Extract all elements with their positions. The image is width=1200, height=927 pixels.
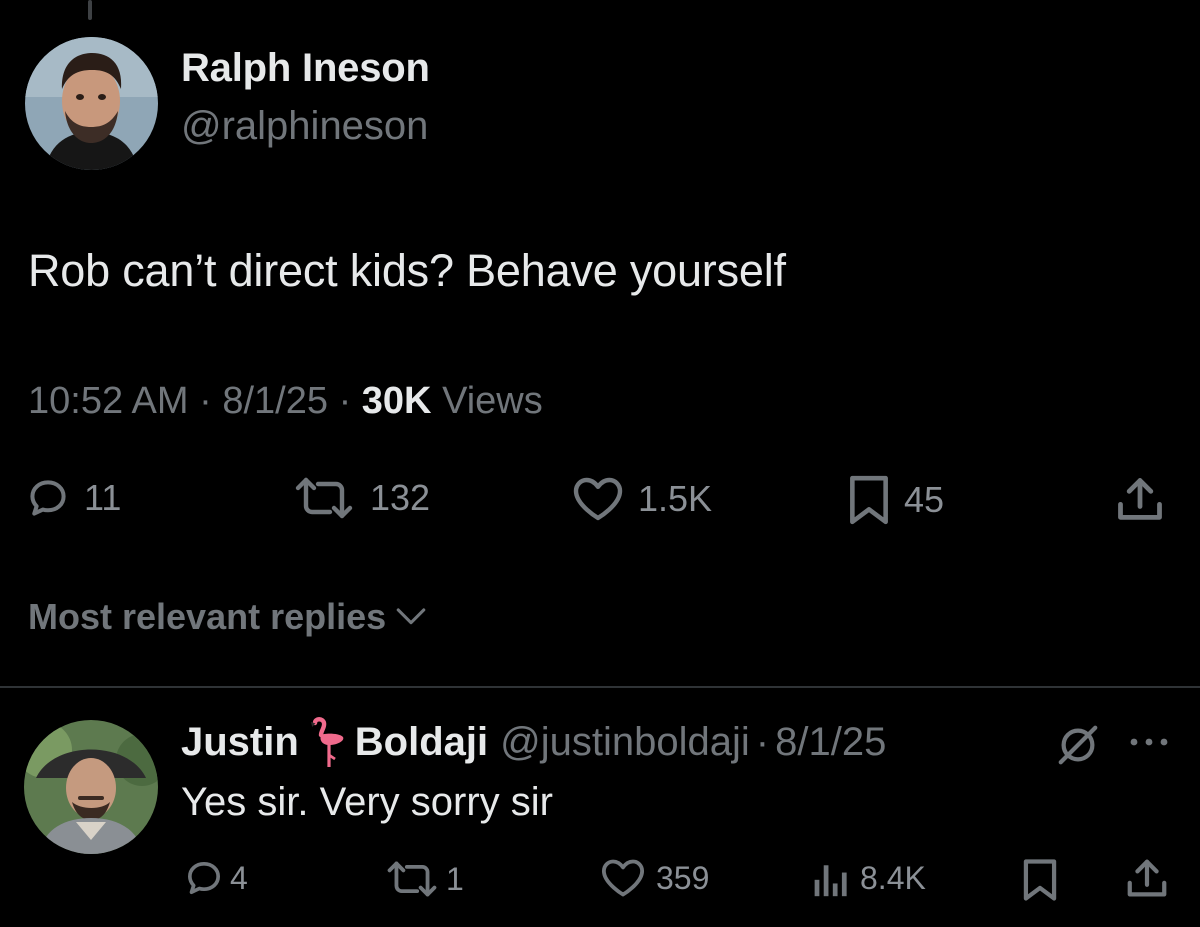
flamingo-emoji-icon: [310, 717, 344, 767]
reply-count: 11: [84, 477, 122, 518]
chevron-down-icon: [396, 608, 426, 625]
tweet-meta: 10:52 AM · 8/1/25 · 30K Views: [28, 380, 543, 423]
repost-icon: [387, 861, 437, 897]
heart-icon: [601, 859, 645, 897]
bookmark-count: 45: [904, 479, 945, 520]
reply-share-icon[interactable]: [1124, 856, 1170, 902]
reply-author-first-name[interactable]: Justin: [181, 720, 299, 765]
share-button[interactable]: [1114, 474, 1166, 526]
meta-separator: ·: [199, 380, 212, 422]
thread-connector-line: [88, 0, 92, 20]
repost-icon: [295, 477, 353, 519]
heart-icon: [573, 477, 623, 521]
repost-button[interactable]: 132: [292, 476, 430, 520]
reply-text: Yes sir. Very sorry sir: [181, 780, 553, 824]
author-name[interactable]: Ralph Ineson: [181, 46, 430, 91]
reply-reply-button[interactable]: 4: [184, 858, 248, 898]
like-button[interactable]: 1.5K: [572, 476, 712, 522]
reply-bookmark-icon[interactable]: [1022, 858, 1058, 902]
reply-meta-separator: ·: [755, 719, 770, 764]
reply-like-button[interactable]: 359: [600, 858, 709, 898]
reply-author-avatar[interactable]: [24, 720, 158, 854]
reply-icon: [188, 862, 221, 894]
more-options-icon[interactable]: [1128, 735, 1170, 749]
reply-views-count: 8.4K: [860, 859, 926, 896]
meta-separator: ·: [338, 380, 352, 422]
bar-chart-icon: [814, 865, 847, 897]
author-avatar[interactable]: [25, 37, 158, 170]
reply-author-handle[interactable]: @justinboldaji: [500, 720, 750, 765]
views-count: 30K: [361, 380, 432, 422]
replies-sort-dropdown[interactable]: Most relevant replies: [28, 596, 428, 638]
like-count: 1.5K: [638, 478, 713, 519]
tweet-time[interactable]: 10:52 AM: [28, 380, 189, 422]
reply-icon: [30, 480, 66, 516]
reply-like-count: 359: [656, 859, 710, 896]
reply-repost-button[interactable]: 1: [384, 860, 464, 898]
reply-repost-count: 1: [446, 860, 464, 897]
share-icon: [1118, 478, 1162, 520]
author-handle[interactable]: @ralphineson: [181, 104, 428, 149]
reply-views-button[interactable]: 8.4K: [812, 858, 926, 898]
reply-reply-count: 4: [230, 859, 248, 896]
reply-date[interactable]: 8/1/25: [775, 720, 886, 765]
reply-header: Justin Boldaji @justinboldaji · 8/1/25: [181, 715, 886, 769]
tweet-text: Rob can’t direct kids? Behave yourself: [28, 245, 786, 296]
tweet-date[interactable]: 8/1/25: [222, 380, 328, 422]
grok-icon[interactable]: [1055, 722, 1101, 768]
bookmark-button[interactable]: 45: [848, 474, 944, 526]
repost-count: 132: [370, 477, 431, 518]
views-label: Views: [442, 380, 543, 422]
reply-button[interactable]: 11: [26, 476, 121, 520]
reply-author-last-name[interactable]: Boldaji: [355, 720, 488, 765]
bookmark-icon: [850, 475, 888, 525]
replies-sort-label: Most relevant replies: [28, 596, 387, 637]
section-divider: [0, 686, 1200, 688]
